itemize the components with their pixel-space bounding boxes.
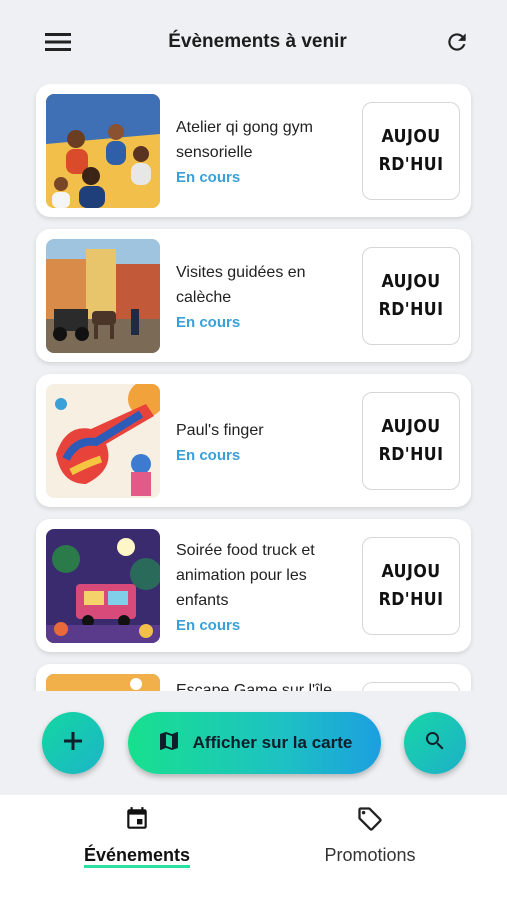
event-date-label: AUJOURD'HUI — [378, 126, 444, 175]
event-date-label: AUJOURD'HUI — [378, 271, 444, 320]
event-date-label: AUJOURD'HUI — [378, 561, 444, 610]
event-image — [46, 94, 160, 208]
show-map-label: Afficher sur la carte — [192, 733, 353, 752]
event-date-badge: AUJOURD'HUI — [362, 247, 460, 345]
event-card[interactable]: Escape Game sur l'île — [36, 664, 471, 691]
nav-label-promotions: Promotions — [324, 845, 416, 865]
event-title: Visites guidées en calèche — [176, 264, 306, 306]
event-list[interactable]: Atelier qi gong gym sensorielle En cours… — [0, 84, 507, 691]
event-status: En cours — [176, 314, 241, 331]
event-card[interactable]: Atelier qi gong gym sensorielle En cours… — [36, 84, 471, 217]
nav-label-events: Événements — [83, 845, 191, 868]
map-icon — [157, 728, 181, 759]
event-image — [46, 239, 160, 353]
app-header: Évènements à venir — [0, 0, 507, 84]
search-icon — [423, 729, 447, 758]
search-button[interactable] — [404, 712, 466, 774]
plus-icon — [62, 730, 84, 757]
event-date-label: AUJOURD'HUI — [378, 416, 444, 465]
event-date-badge: AUJOURD'HUI — [362, 102, 460, 200]
event-title: Escape Game sur l'île — [176, 682, 333, 691]
nav-item-events[interactable]: Événements — [37, 805, 237, 868]
add-event-button[interactable] — [42, 712, 104, 774]
calendar-icon — [124, 805, 150, 838]
event-date-badge: AUJOURD'HUI — [362, 537, 460, 635]
event-card[interactable]: Visites guidées en calèche En cours AUJO… — [36, 229, 471, 362]
event-title: Paul's finger — [176, 421, 264, 439]
event-image — [46, 529, 160, 643]
event-card[interactable]: Soirée food truck et animation pour les … — [36, 519, 471, 652]
event-title: Soirée food truck et animation pour les … — [176, 541, 315, 609]
bottom-navigation: Événements Promotions — [0, 795, 507, 900]
event-date-badge: AUJOURD'HUI — [362, 392, 460, 490]
refresh-icon[interactable] — [441, 26, 473, 58]
show-map-button[interactable]: Afficher sur la carte — [128, 712, 381, 774]
tag-icon — [356, 805, 384, 838]
event-title: Atelier qi gong gym sensorielle — [176, 119, 313, 161]
page-title: Évènements à venir — [168, 31, 347, 52]
event-card[interactable]: Paul's finger En cours AUJOURD'HUI — [36, 374, 471, 507]
event-status: En cours — [176, 169, 241, 186]
event-status: En cours — [176, 616, 241, 634]
event-status: En cours — [176, 446, 241, 464]
event-image — [46, 674, 160, 691]
event-date-badge — [362, 682, 460, 691]
nav-item-promotions[interactable]: Promotions — [270, 805, 470, 866]
hamburger-menu-icon[interactable] — [42, 26, 74, 58]
event-image — [46, 384, 160, 498]
